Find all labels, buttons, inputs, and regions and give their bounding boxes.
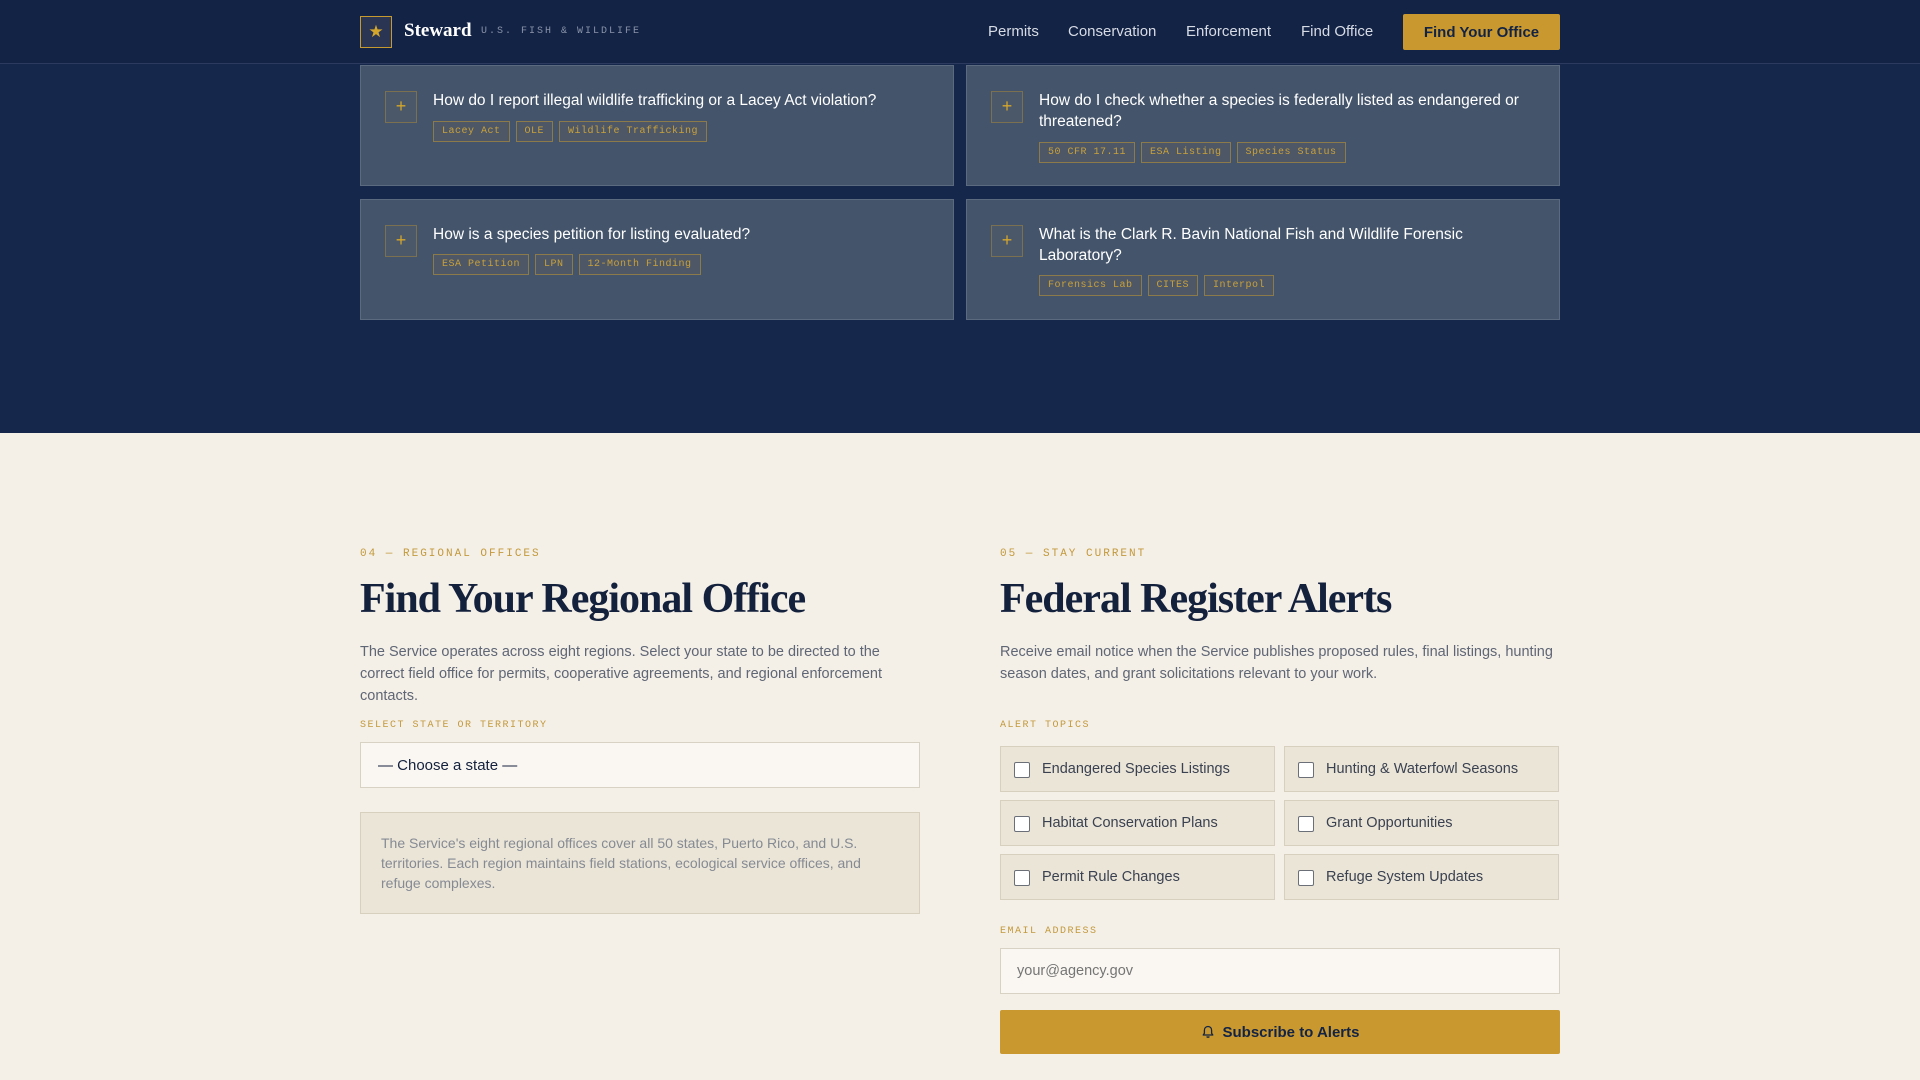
- tag: Lacey Act: [433, 121, 510, 142]
- tag-list: 50 CFR 17.11 ESA Listing Species Status: [1039, 142, 1346, 163]
- regional-eyebrow: 04 — REGIONAL OFFICES: [360, 548, 541, 560]
- email-field[interactable]: [1000, 948, 1560, 994]
- alert-topics-label: ALERT TOPICS: [1000, 720, 1091, 731]
- topic-label: Refuge System Updates: [1326, 869, 1484, 885]
- tag: Forensics Lab: [1039, 275, 1142, 296]
- topic-label: Hunting & Waterfowl Seasons: [1326, 761, 1519, 777]
- alert-topic-option[interactable]: Habitat Conservation Plans: [1000, 800, 1275, 846]
- faq-question: How do I check whether a species is fede…: [1039, 92, 1519, 130]
- alert-topic-option[interactable]: Grant Opportunities: [1284, 800, 1559, 846]
- alert-topic-option[interactable]: Refuge System Updates: [1284, 854, 1559, 900]
- faq-question: How do I report illegal wildlife traffic…: [433, 92, 877, 109]
- tag-list: Forensics Lab CITES Interpol: [1039, 275, 1275, 296]
- regional-info-box: The Service's eight regional offices cov…: [360, 812, 920, 914]
- faq-card[interactable]: + What is the Clark R. Bavin National Fi…: [966, 199, 1560, 320]
- subscribe-label: Subscribe to Alerts: [1222, 1023, 1360, 1041]
- faq-section: + How do I report illegal wildlife traff…: [0, 64, 1920, 433]
- regional-lead: The Service operates across eight region…: [360, 644, 882, 704]
- email-label: EMAIL ADDRESS: [1000, 926, 1098, 937]
- bell-icon: [1202, 1025, 1213, 1038]
- subscribe-button[interactable]: Subscribe to Alerts: [1000, 1010, 1560, 1054]
- tag: ESA Listing: [1141, 142, 1231, 163]
- find-your-office-button[interactable]: Find Your Office: [1403, 14, 1560, 50]
- alerts-title: Federal Register Alerts: [1000, 576, 1392, 622]
- alert-topic-option[interactable]: Permit Rule Changes: [1000, 854, 1275, 900]
- alerts-eyebrow: 05 — STAY CURRENT: [1000, 548, 1147, 560]
- faq-card[interactable]: + How is a species petition for listing …: [360, 199, 954, 320]
- star-icon[interactable]: ★: [360, 16, 392, 48]
- nav-conservation[interactable]: Conservation: [1068, 23, 1156, 40]
- checkbox[interactable]: [1298, 816, 1314, 832]
- checkbox[interactable]: [1298, 762, 1314, 778]
- regional-title: Find Your Regional Office: [360, 576, 806, 622]
- tag-list: Lacey Act OLE Wildlife Trafficking: [433, 121, 708, 142]
- tag: Interpol: [1204, 275, 1275, 296]
- state-select[interactable]: — Choose a state —: [360, 742, 920, 788]
- alert-topic-option[interactable]: Endangered Species Listings: [1000, 746, 1275, 792]
- checkbox[interactable]: [1014, 816, 1030, 832]
- tag-list: ESA Petition LPN 12-Month Finding: [433, 254, 701, 275]
- plus-icon[interactable]: +: [385, 91, 417, 123]
- checkbox[interactable]: [1298, 870, 1314, 886]
- faq-card[interactable]: + How do I check whether a species is fe…: [966, 65, 1560, 186]
- nav-enforcement[interactable]: Enforcement: [1186, 23, 1271, 40]
- state-select-label: SELECT STATE OR TERRITORY: [360, 720, 548, 731]
- tag: 12-Month Finding: [578, 254, 701, 275]
- tag: Wildlife Trafficking: [559, 121, 708, 142]
- faq-card[interactable]: + How do I report illegal wildlife traff…: [360, 65, 954, 186]
- plus-icon[interactable]: +: [991, 225, 1023, 257]
- nav-find-office[interactable]: Find Office: [1301, 23, 1373, 40]
- alert-topic-option[interactable]: Hunting & Waterfowl Seasons: [1284, 746, 1559, 792]
- faq-question: How is a species petition for listing ev…: [433, 226, 751, 243]
- faq-question: What is the Clark R. Bavin National Fish…: [1039, 226, 1463, 264]
- topic-label: Permit Rule Changes: [1042, 869, 1180, 885]
- nav-permits[interactable]: Permits: [988, 23, 1039, 40]
- topic-label: Endangered Species Listings: [1042, 761, 1230, 777]
- plus-icon[interactable]: +: [385, 225, 417, 257]
- tag: OLE: [515, 121, 554, 142]
- topic-label: Habitat Conservation Plans: [1042, 815, 1218, 831]
- tag: LPN: [535, 254, 573, 275]
- tag: CITES: [1147, 275, 1199, 296]
- alerts-lead: Receive email notice when the Service pu…: [1000, 644, 1553, 682]
- plus-icon[interactable]: +: [991, 91, 1023, 123]
- checkbox[interactable]: [1014, 870, 1030, 886]
- tag: ESA Petition: [433, 254, 530, 275]
- top-navigation-bar: ★ Steward U.S. FISH & WILDLIFE Permits C…: [0, 0, 1920, 64]
- tag: Species Status: [1236, 142, 1346, 163]
- tag: 50 CFR 17.11: [1039, 142, 1136, 163]
- topic-label: Grant Opportunities: [1326, 815, 1453, 831]
- brand-name[interactable]: Steward: [404, 20, 472, 42]
- checkbox[interactable]: [1014, 762, 1030, 778]
- brand-subtitle: U.S. FISH & WILDLIFE: [481, 26, 642, 37]
